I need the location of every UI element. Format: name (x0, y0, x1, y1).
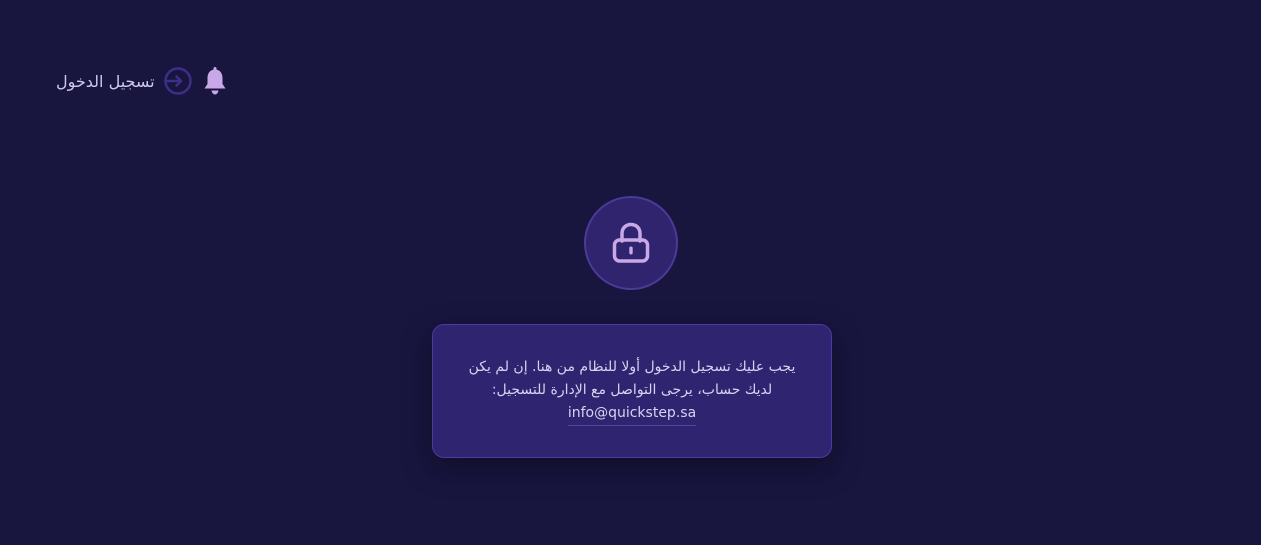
login-required-card: يجب عليك تسجيل الدخول أولا للنظام من هنا… (432, 324, 832, 458)
lock-icon (611, 221, 651, 265)
contact-email-link[interactable]: info@quickstep.sa (567, 402, 697, 426)
sign-in-icon (163, 67, 192, 95)
login-link[interactable]: تسجيل الدخول (56, 67, 192, 95)
message-line-1: يجب عليك تسجيل الدخول أولا للنظام من هنا… (468, 359, 796, 375)
top-bar: تسجيل الدخول (56, 66, 227, 96)
lock-badge (584, 196, 678, 290)
message-line-2: لديك حساب، يرجى التواصل مع الإدارة للتسج… (491, 382, 773, 398)
login-label: تسجيل الدخول (56, 71, 155, 91)
bell-icon[interactable] (203, 66, 227, 96)
login-message: يجب عليك تسجيل الدخول أولا للنظام من هنا… (469, 356, 796, 402)
page: تسجيل الدخول يجب عليك تسجيل الدخول أولا … (0, 0, 1261, 545)
